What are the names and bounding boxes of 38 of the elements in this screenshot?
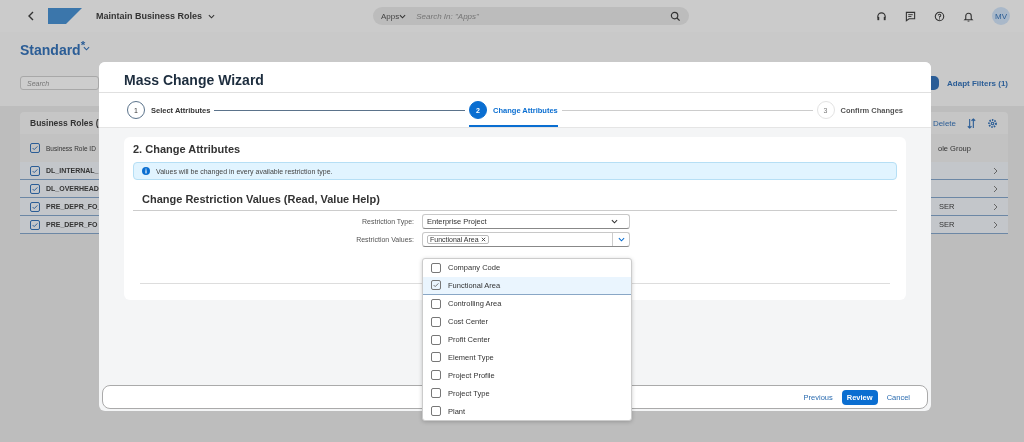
row-checkbox[interactable] — [30, 201, 40, 212]
option-checkbox[interactable] — [431, 352, 441, 363]
info-icon — [142, 167, 150, 175]
row-checkbox[interactable] — [30, 165, 40, 176]
chevron-down-icon[interactable] — [617, 237, 625, 242]
table-title: Business Roles ( — [30, 118, 99, 128]
subsection-title: Change Restriction Values (Read, Value Help) — [133, 193, 897, 211]
option-checkbox[interactable] — [431, 316, 441, 327]
avatar[interactable]: MV — [992, 7, 1010, 25]
variant-title[interactable]: Standard$^{*}$ — [20, 38, 86, 58]
row-checkbox[interactable] — [30, 219, 40, 230]
option-checkbox[interactable] — [431, 262, 441, 273]
adapt-filters-link[interactable]: Adapt Filters (1) — [947, 78, 1008, 88]
settings-icon[interactable] — [987, 117, 998, 129]
headset-icon[interactable] — [876, 10, 887, 22]
logo-icon[interactable] — [48, 8, 82, 24]
option-checkbox[interactable] — [431, 298, 441, 309]
bell-icon[interactable] — [963, 10, 974, 22]
feedback-icon[interactable] — [905, 10, 916, 22]
chevron-down-icon[interactable] — [399, 13, 407, 19]
option-checkbox[interactable] — [431, 388, 441, 399]
row-checkbox[interactable] — [30, 183, 40, 194]
chevron-down-icon[interactable] — [208, 13, 216, 19]
sort-icon[interactable] — [966, 117, 977, 129]
section-title: 2. Change Attributes — [133, 143, 242, 155]
help-icon[interactable] — [934, 10, 945, 22]
option-checkbox[interactable] — [431, 406, 441, 417]
close-icon[interactable] — [480, 237, 486, 242]
select-all-checkbox[interactable] — [30, 143, 40, 153]
search-scope[interactable]: Apps — [381, 11, 400, 21]
back-icon[interactable] — [28, 11, 34, 21]
dialog-title: Mass Change Wizard — [99, 62, 931, 93]
search-icon[interactable] — [670, 10, 682, 22]
option-checkbox[interactable] — [431, 370, 441, 381]
app-title[interactable]: Maintain Business Roles — [96, 11, 203, 21]
option-checkbox[interactable] — [431, 334, 441, 345]
option-checkbox[interactable] — [431, 280, 441, 291]
delete-button[interactable]: Delete — [932, 118, 956, 128]
